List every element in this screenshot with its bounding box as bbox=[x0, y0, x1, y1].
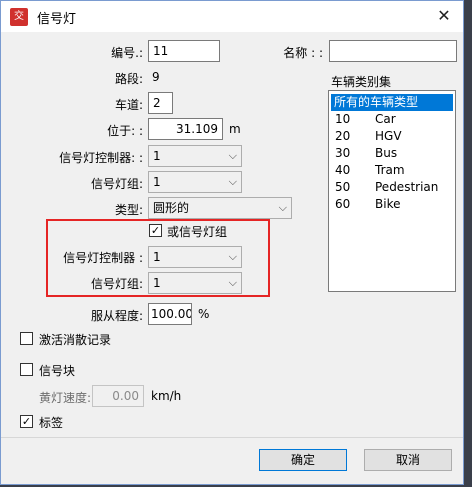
amber-speed-unit: km/h bbox=[151, 389, 182, 403]
ok-button[interactable]: 确定 bbox=[259, 449, 347, 471]
signal-head-dialog: 交 信号灯 ✕ 编号.: 11 名称 : : 路段: 9 车道: 2 位于: :… bbox=[0, 0, 464, 485]
list-item-label: HGV bbox=[375, 129, 402, 143]
signal-block-checkbox[interactable] bbox=[20, 363, 33, 376]
list-item-label: Car bbox=[375, 112, 396, 126]
signal-block-label: 信号块 bbox=[39, 364, 76, 378]
group-combo[interactable]: 1 ⌵ bbox=[148, 171, 242, 193]
activate-checkbox[interactable] bbox=[20, 332, 33, 345]
or-group-checkbox[interactable]: ✓ bbox=[149, 224, 162, 237]
chevron-down-icon: ⌵ bbox=[278, 201, 287, 214]
chevron-down-icon: ⌵ bbox=[228, 250, 237, 263]
compliance-label: 服从程度: bbox=[90, 309, 143, 323]
list-item-num: 40 bbox=[335, 163, 351, 177]
controller-combo-value: 1 bbox=[153, 149, 161, 163]
group-label: 信号灯组: bbox=[90, 177, 143, 191]
name-field[interactable] bbox=[329, 40, 457, 62]
chevron-down-icon: ⌵ bbox=[228, 276, 237, 289]
or-group-label: 或信号灯组 bbox=[167, 225, 228, 239]
title-bar[interactable]: 交 信号灯 ✕ bbox=[1, 1, 463, 32]
list-item[interactable]: 40 Tram bbox=[331, 162, 453, 179]
chevron-down-icon: ⌵ bbox=[228, 175, 237, 188]
controller-combo[interactable]: 1 ⌵ bbox=[148, 145, 242, 167]
lane-label: 车道: bbox=[114, 98, 143, 112]
type-combo[interactable]: 圆形的 ⌵ bbox=[148, 197, 292, 219]
position-unit: m bbox=[229, 122, 241, 136]
type-combo-value: 圆形的 bbox=[153, 201, 190, 215]
list-item[interactable]: 30 Bus bbox=[331, 145, 453, 162]
group-combo-value: 1 bbox=[153, 175, 161, 189]
list-item[interactable]: 60 Bike bbox=[331, 196, 453, 213]
cancel-button[interactable]: 取消 bbox=[364, 449, 452, 471]
label-checkbox[interactable]: ✓ bbox=[20, 415, 33, 428]
label-label: 标签 bbox=[39, 416, 64, 430]
list-item-num: 20 bbox=[335, 129, 351, 143]
type-label: 类型: bbox=[114, 203, 143, 217]
close-icon[interactable]: ✕ bbox=[433, 5, 455, 27]
list-item-label: Pedestrian bbox=[375, 180, 439, 194]
position-label: 位于: : bbox=[107, 124, 143, 138]
vehicle-classes-list[interactable]: 所有的车辆类型 10 Car 20 HGV 30 Bus 40 Tram 50 … bbox=[328, 90, 456, 292]
list-item-num: 30 bbox=[335, 146, 351, 160]
compliance-field[interactable]: 100.00 bbox=[148, 303, 192, 325]
controller-label: 信号灯控制器: : bbox=[59, 151, 143, 165]
or-controller-label: 信号灯控制器 : bbox=[63, 251, 143, 265]
or-group2-combo[interactable]: 1 ⌵ bbox=[148, 272, 242, 294]
app-icon: 交 bbox=[10, 8, 28, 26]
divider bbox=[1, 437, 463, 438]
compliance-unit: % bbox=[198, 307, 210, 321]
link-label: 路段: bbox=[114, 72, 143, 86]
list-item-num: 60 bbox=[335, 197, 351, 211]
list-item-num: 10 bbox=[335, 112, 351, 126]
list-item[interactable]: 10 Car bbox=[331, 111, 453, 128]
list-item-label: Bus bbox=[375, 146, 398, 160]
name-label: 名称 : : bbox=[283, 46, 323, 60]
or-controller-combo[interactable]: 1 ⌵ bbox=[148, 246, 242, 268]
list-item[interactable]: 50 Pedestrian bbox=[331, 179, 453, 196]
list-item[interactable]: 所有的车辆类型 bbox=[331, 94, 453, 111]
lane-field[interactable]: 2 bbox=[148, 92, 173, 114]
list-item-label: Tram bbox=[375, 163, 405, 177]
chevron-down-icon: ⌵ bbox=[228, 149, 237, 162]
list-item-label: Bike bbox=[375, 197, 401, 211]
or-group2-label: 信号灯组: bbox=[90, 277, 143, 291]
list-item-label: 所有的车辆类型 bbox=[334, 95, 419, 109]
amber-speed-field[interactable]: 0.00 bbox=[92, 385, 144, 407]
or-group2-combo-value: 1 bbox=[153, 276, 161, 290]
list-item-num: 50 bbox=[335, 180, 351, 194]
or-controller-combo-value: 1 bbox=[153, 250, 161, 264]
id-label: 编号.: bbox=[111, 46, 143, 60]
vehicle-classes-title: 车辆类别集 bbox=[331, 75, 392, 89]
list-item[interactable]: 20 HGV bbox=[331, 128, 453, 145]
link-value: 9 bbox=[152, 70, 160, 84]
id-field[interactable]: 11 bbox=[148, 40, 220, 62]
position-field[interactable]: 31.109 bbox=[148, 118, 223, 140]
window-title: 信号灯 bbox=[37, 12, 77, 27]
amber-speed-label: 黄灯速度: bbox=[39, 391, 92, 405]
activate-label: 激活消散记录 bbox=[39, 333, 112, 347]
